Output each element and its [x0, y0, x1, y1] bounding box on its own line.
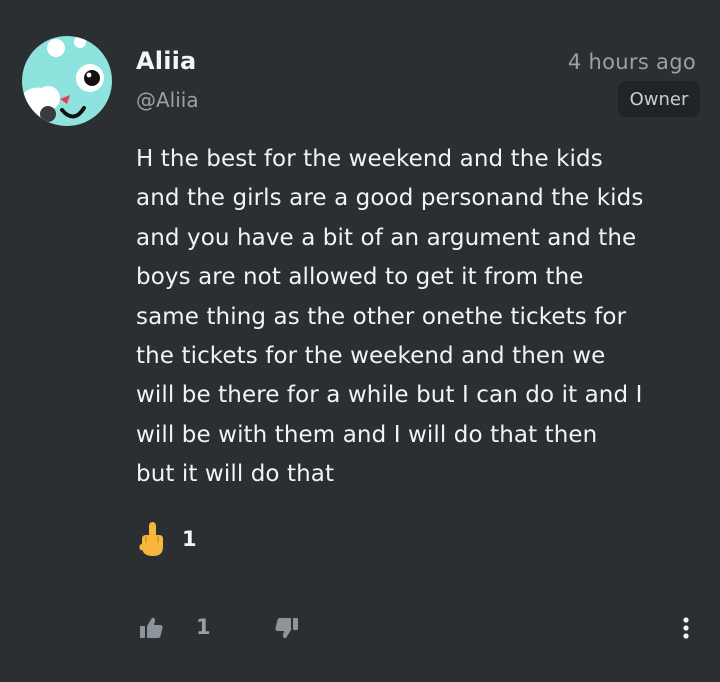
- author-name[interactable]: Aliia: [136, 47, 196, 75]
- reaction-count: 1: [182, 527, 197, 551]
- owner-badge: Owner: [618, 81, 700, 117]
- middle-finger-emoji-icon: [138, 520, 166, 558]
- like-count: 1: [196, 615, 211, 639]
- author-handle: @Aliia: [136, 88, 199, 112]
- author-avatar[interactable]: [22, 36, 112, 126]
- comment-text: H the best for the weekend and the kids …: [136, 146, 644, 488]
- thumbs-down-icon[interactable]: [272, 613, 302, 643]
- comment-action-bar: 1: [0, 605, 720, 649]
- cartoon-face-avatar-icon: [22, 36, 112, 126]
- more-vertical-icon[interactable]: [676, 611, 696, 645]
- comment-timestamp: 4 hours ago: [567, 50, 696, 74]
- reaction-chip[interactable]: 1: [138, 518, 220, 560]
- thumbs-up-icon[interactable]: [136, 613, 166, 643]
